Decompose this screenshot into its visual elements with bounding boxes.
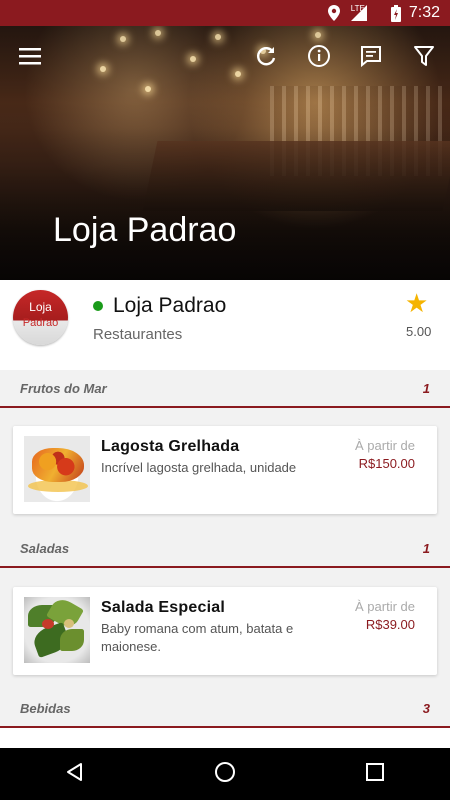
product-description: Baby romana com atum, batata e maionese. [101,621,294,654]
refresh-button[interactable] [250,42,282,74]
section-header-bebidas[interactable]: Bebidas 3 [0,690,450,728]
filter-icon [413,44,435,73]
section-name: Frutos do Mar [20,381,107,396]
product-description: Incrível lagosta grelhada, unidade [101,460,297,475]
price-from-label: À partir de [355,599,415,614]
store-logo: Loja Padrao [13,290,68,345]
section-name: Saladas [20,541,70,556]
section-header-frutos-do-mar[interactable]: Frutos do Mar 1 [0,370,450,408]
product-price: R$150.00 [358,456,415,471]
info-icon [307,44,331,73]
section-name: Bebidas [20,701,71,716]
product-title: Lagosta Grelhada [101,438,240,455]
chat-button[interactable] [355,42,387,74]
online-status-dot [93,301,103,311]
recents-button[interactable] [350,754,400,794]
section-header-saladas[interactable]: Saladas 1 [0,530,450,568]
store-header[interactable]: Loja Padrao Loja Padrao Restaurantes ★ 5… [0,280,450,370]
product-card-salada-especial[interactable]: Salada Especial Baby romana com atum, ba… [13,587,437,675]
section-count: 1 [422,541,430,556]
section-count: 3 [422,701,430,716]
store-name: Loja Padrao [113,294,227,317]
network-label: LTE [350,3,365,13]
location-icon [327,5,341,21]
back-icon [65,762,85,787]
product-card-lagosta-grelhada[interactable]: Lagosta Grelhada Incrível lagosta grelha… [13,426,437,514]
section-count: 1 [422,381,430,396]
home-button[interactable] [200,754,250,794]
product-image [24,597,90,663]
star-icon: ★ [405,288,429,318]
chat-icon [359,44,383,73]
status-bar: LTE 7:32 [0,0,450,26]
home-icon [214,761,236,788]
signal-icon: LTE [349,3,383,21]
hero-title: Loja Padrao [53,211,237,249]
battery-icon [390,4,401,22]
refresh-icon [254,44,278,73]
product-image [24,436,90,502]
product-list-continuation [0,728,450,748]
filter-button[interactable] [408,42,440,74]
store-rating: 5.00 [406,324,432,339]
back-button[interactable] [50,754,100,794]
product-price: R$39.00 [365,617,415,632]
menu-button[interactable] [14,42,46,74]
price-from-label: À partir de [355,438,415,453]
system-nav-bar [0,748,450,800]
store-logo-line2: Padrao [22,317,59,329]
info-button[interactable] [303,42,335,74]
store-logo-line1: Loja [29,300,52,314]
store-category: Restaurantes [93,326,183,343]
status-time: 7:32 [408,4,440,21]
product-title: Salada Especial [101,599,225,616]
recents-icon [366,762,384,786]
menu-icon [19,47,41,70]
